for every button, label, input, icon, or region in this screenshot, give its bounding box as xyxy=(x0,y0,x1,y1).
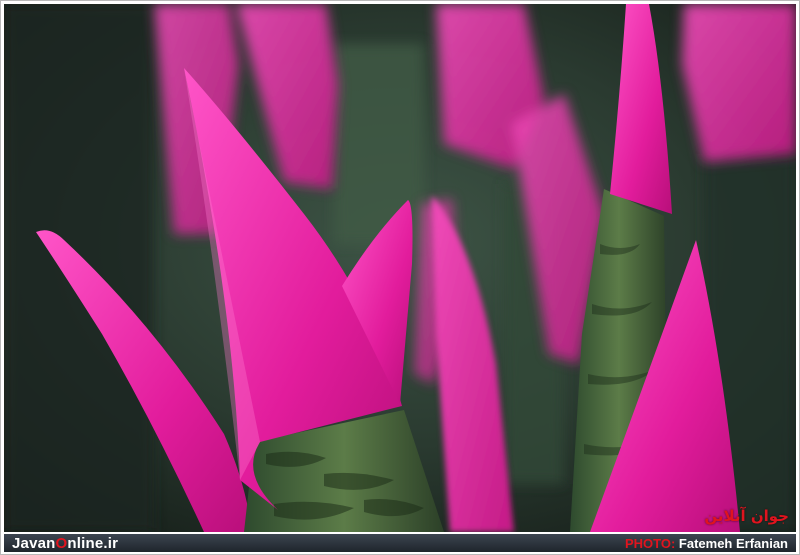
brand-prefix: Javan xyxy=(12,535,56,552)
photo xyxy=(4,4,796,532)
watermark-logo: جوان آنلاین xyxy=(704,507,789,525)
caption-bar: JavanOnline.ir PHOTO: Fatemeh Erfanian xyxy=(4,534,796,552)
photographer-name: Fatemeh Erfanian xyxy=(678,536,788,551)
photo-credit-label: PHOTO: xyxy=(624,536,676,551)
photo-illustration xyxy=(4,4,796,532)
photo-credit: PHOTO: Fatemeh Erfanian xyxy=(625,536,788,551)
image-frame: جوان آنلاین JavanOnline.ir PHOTO: Fateme… xyxy=(0,0,800,555)
brand-o: O xyxy=(55,535,68,552)
brand-logo-text[interactable]: JavanOnline.ir xyxy=(12,535,118,552)
brand-suffix: nline.ir xyxy=(67,535,119,552)
